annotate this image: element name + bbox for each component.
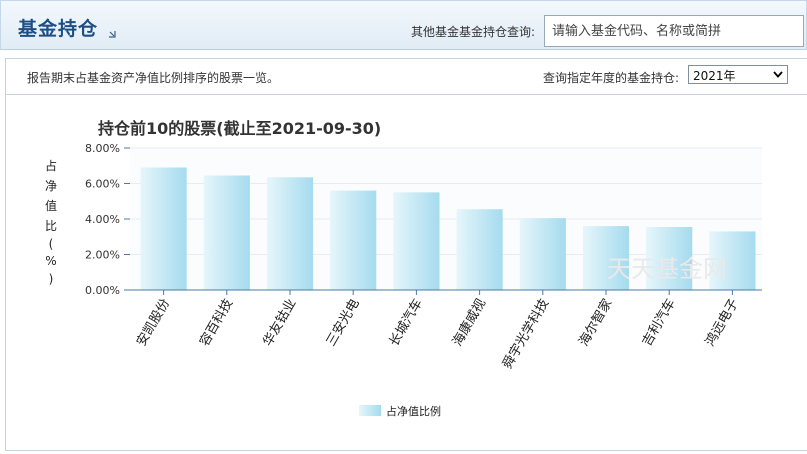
legend: 占净值比例: [359, 404, 441, 418]
y-ticks: 0.00% 2.00% 4.00% 6.00% 8.00%: [85, 142, 130, 297]
y-axis-label-char: 占: [45, 158, 57, 173]
x-category-label: 华友钴业: [260, 296, 300, 349]
bar[interactable]: [456, 209, 503, 290]
holdings-chart: 持仓前10的股票(截止至2021-09-30) 占净值比 (%) 0.00% 2.0…: [0, 0, 807, 454]
y-tick-label: 4.00%: [85, 213, 120, 226]
x-category-label: 吉利汽车: [639, 296, 679, 349]
y-axis-label-char: (: [49, 237, 54, 251]
bar[interactable]: [519, 218, 566, 290]
y-axis-label: 占净值比 (%): [45, 158, 57, 286]
y-tick-label: 8.00%: [85, 142, 120, 155]
y-axis-label-char: ): [49, 272, 54, 286]
x-category-label: 舜宇光学科技: [499, 296, 552, 372]
y-axis-label-char: 值: [45, 198, 57, 213]
y-axis-label-char: %: [45, 254, 56, 268]
y-axis-label-char: 净: [45, 179, 57, 193]
x-category-label: 长城汽车: [386, 296, 426, 349]
x-category-label: 海尔智家: [576, 296, 616, 349]
x-category-label: 容百科技: [196, 296, 236, 349]
x-category-label: 安凯股份: [134, 297, 173, 350]
y-tick-label: 6.00%: [85, 178, 120, 191]
y-tick-label: 0.00%: [85, 284, 120, 297]
x-category-label: 三安光电: [324, 297, 363, 350]
x-categories: 安凯股份 容百科技 华友钴业 三安光电 长城汽车 海康威视 舜宇光学科技 海尔智家 吉利汽车 鸿远…: [134, 290, 742, 372]
x-category-label: 海康威视: [449, 296, 489, 349]
bar[interactable]: [266, 177, 314, 290]
y-tick-label: 2.00%: [85, 249, 120, 262]
legend-label: 占净值比例: [386, 404, 441, 418]
chart-title: 持仓前10的股票(截止至2021-09-30): [98, 119, 381, 138]
bar-chart: 持仓前10的股票(截止至2021-09-30) 占净值比 (%) 0.00% 2.0…: [45, 119, 762, 418]
legend-swatch: [359, 405, 381, 416]
bar[interactable]: [393, 192, 440, 290]
bar[interactable]: [330, 190, 377, 290]
watermark: 天天基金网: [607, 255, 727, 283]
y-axis-label-char: 比: [45, 219, 57, 233]
x-category-label: 鸿远电子: [702, 296, 742, 349]
bar[interactable]: [140, 167, 187, 290]
bar[interactable]: [203, 175, 250, 290]
